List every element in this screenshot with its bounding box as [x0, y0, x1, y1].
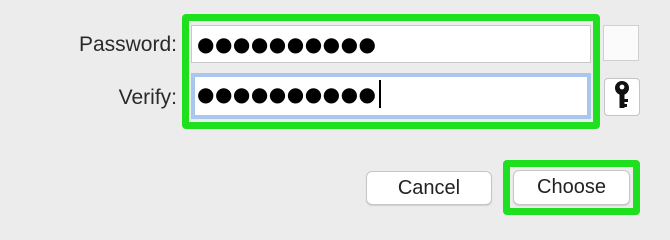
choose-highlight-box: [503, 160, 640, 215]
verify-label: Verify:: [118, 86, 177, 109]
cancel-button[interactable]: Cancel: [366, 171, 492, 205]
password-assistant-button[interactable]: [604, 78, 640, 116]
fields-highlight-box: [182, 14, 600, 129]
password-side-box: [603, 25, 639, 61]
key-icon: [612, 80, 632, 115]
password-label: Password:: [78, 33, 177, 56]
